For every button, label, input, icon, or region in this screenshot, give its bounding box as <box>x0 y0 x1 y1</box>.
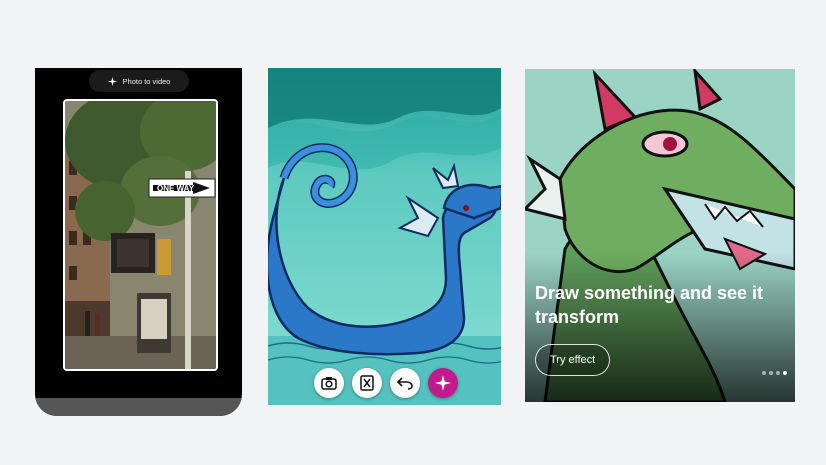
photo-to-video-chip[interactable]: Photo to video <box>89 70 189 92</box>
photo-to-video-phone: Photo to video ONE WAY <box>35 68 242 416</box>
drawing-toolbar <box>314 368 458 398</box>
clear-canvas-icon <box>360 375 374 391</box>
sea-dragon-canvas <box>268 68 501 405</box>
carousel-dot-active[interactable] <box>783 371 787 375</box>
carousel-indicator <box>762 371 787 375</box>
phone-bottom-bezel <box>35 398 242 416</box>
watercolor-dragon-drawing <box>268 68 501 405</box>
generate-effect-button[interactable] <box>428 368 458 398</box>
clear-canvas-button[interactable] <box>352 368 382 398</box>
effect-preview-card: Draw something and see it transform Try … <box>525 69 795 402</box>
one-way-sign: ONE WAY <box>157 184 195 193</box>
camera-icon <box>321 376 337 390</box>
photo-to-video-label: Photo to video <box>122 76 171 86</box>
try-effect-button[interactable]: Try effect <box>535 344 611 376</box>
camera-button[interactable] <box>314 368 344 398</box>
card-headline: Draw something and see it transform <box>535 283 764 327</box>
street-photo: ONE WAY <box>63 99 218 371</box>
carousel-dot[interactable] <box>762 371 766 375</box>
sparkle-icon <box>435 375 451 391</box>
carousel-dot[interactable] <box>769 371 773 375</box>
undo-button[interactable] <box>390 368 420 398</box>
carousel-dot[interactable] <box>776 371 780 375</box>
undo-icon <box>397 376 413 390</box>
sparkle-icon <box>107 76 117 86</box>
